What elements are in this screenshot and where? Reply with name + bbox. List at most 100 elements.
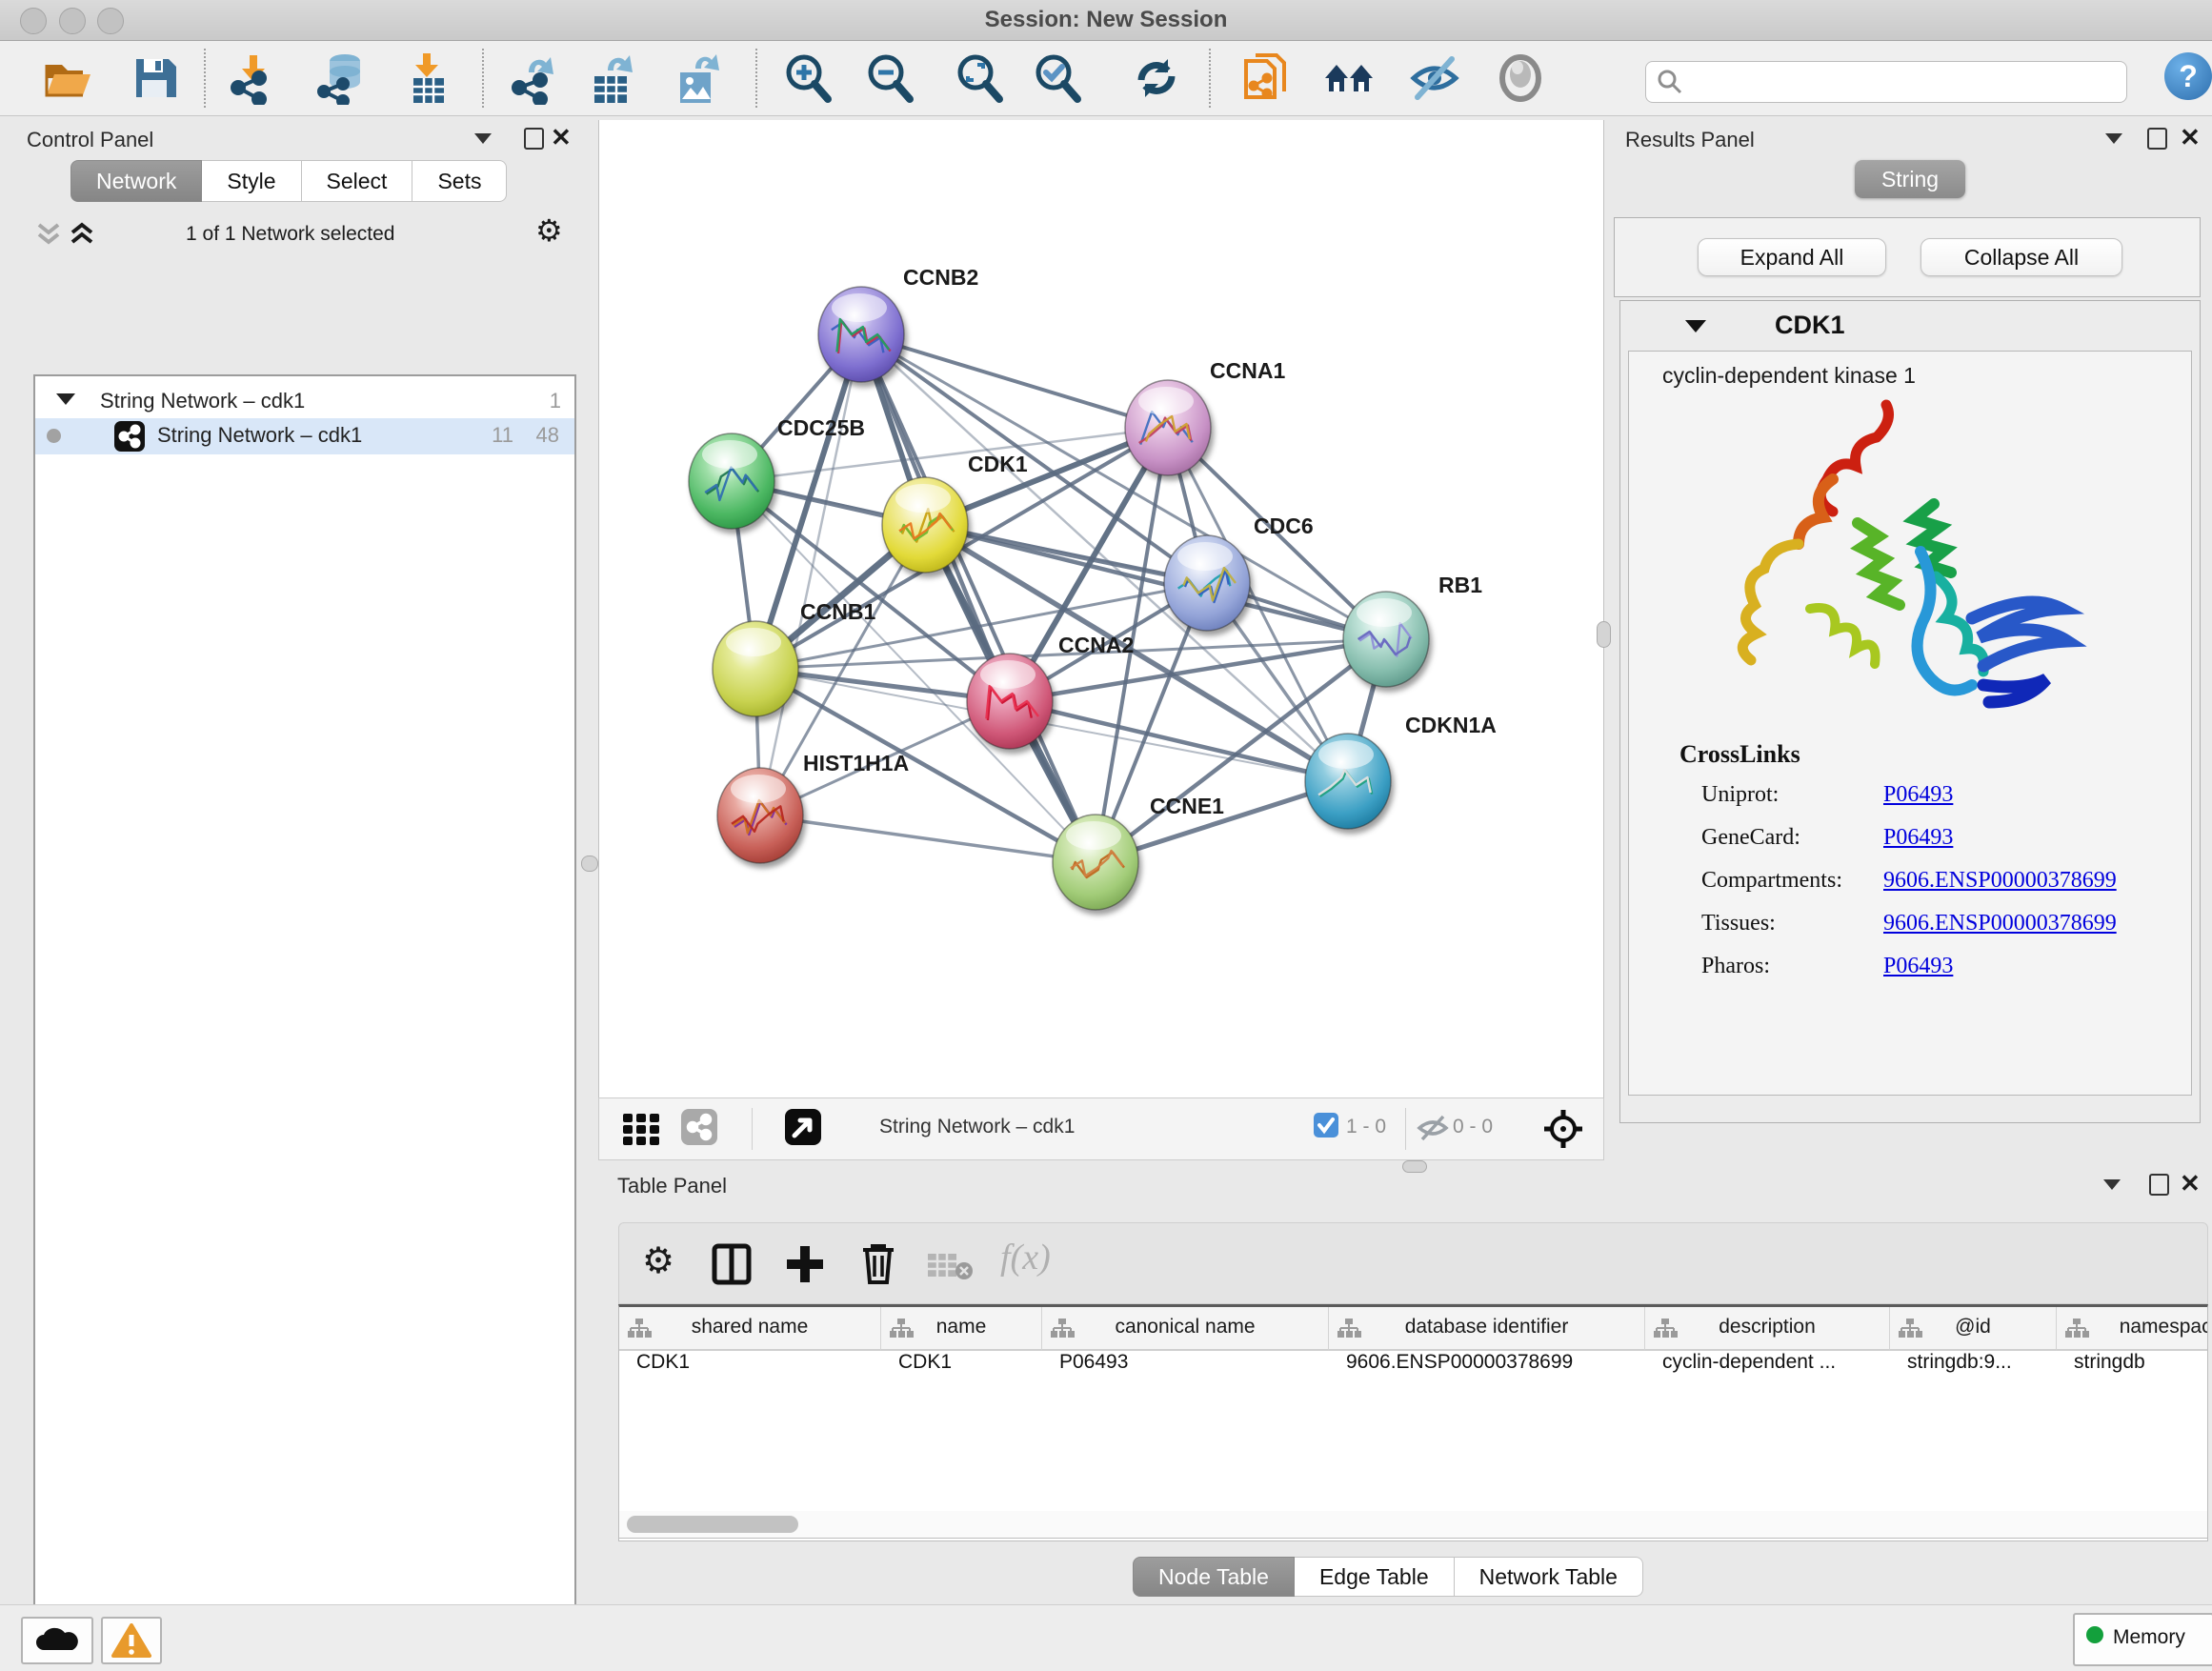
zoom-out-icon[interactable] bbox=[863, 51, 916, 105]
panel-float-icon[interactable] bbox=[2147, 128, 2167, 150]
crosslink-value-link[interactable]: 9606.ENSP00000378699 bbox=[1883, 868, 2117, 894]
fit-crosshair-icon[interactable] bbox=[1542, 1108, 1584, 1150]
grid-view-icon[interactable] bbox=[623, 1112, 663, 1148]
export-network-icon[interactable] bbox=[508, 51, 561, 105]
add-column-icon[interactable] bbox=[783, 1242, 827, 1286]
tab-style[interactable]: Style bbox=[202, 160, 301, 202]
column-header[interactable]: @id bbox=[1890, 1307, 2057, 1351]
panel-collapse-icon[interactable] bbox=[474, 133, 492, 144]
tab-node-table[interactable]: Node Table bbox=[1133, 1557, 1295, 1597]
node-table[interactable]: shared namenamecanonical namedatabase id… bbox=[618, 1304, 2208, 1541]
help-button[interactable]: ? bbox=[2164, 52, 2212, 100]
panel-close-icon[interactable]: ✕ bbox=[551, 128, 572, 147]
table-cell[interactable]: CDK1 bbox=[619, 1351, 880, 1383]
column-header[interactable]: database identifier bbox=[1329, 1307, 1645, 1351]
collapse-all-button[interactable]: Collapse All bbox=[1920, 238, 2122, 276]
tab-select[interactable]: Select bbox=[302, 160, 413, 202]
cloud-button[interactable] bbox=[21, 1617, 93, 1664]
import-network-database-icon[interactable] bbox=[316, 51, 370, 105]
table-cell[interactable]: stringdb bbox=[2057, 1351, 2208, 1383]
column-header[interactable]: namespace bbox=[2057, 1307, 2208, 1351]
crosslink-value-link[interactable]: P06493 bbox=[1883, 782, 1953, 808]
export-image-icon[interactable] bbox=[671, 51, 724, 105]
table-cell[interactable]: cyclin-dependent ... bbox=[1645, 1351, 1889, 1383]
save-session-icon[interactable] bbox=[129, 51, 182, 105]
import-table-file-icon[interactable] bbox=[400, 51, 453, 105]
node-ccna2[interactable] bbox=[967, 654, 1053, 749]
panel-float-icon[interactable] bbox=[524, 128, 544, 150]
node-ccne1[interactable] bbox=[1053, 815, 1138, 910]
panel-close-icon[interactable]: ✕ bbox=[2180, 128, 2201, 147]
node-cdk1[interactable] bbox=[882, 477, 968, 573]
left-splitter-handle[interactable] bbox=[581, 856, 598, 872]
node-ccna1[interactable] bbox=[1125, 380, 1211, 475]
table-cell[interactable]: stringdb:9... bbox=[1890, 1351, 2056, 1383]
zoom-in-icon[interactable] bbox=[781, 51, 835, 105]
tree-expander-icon[interactable] bbox=[56, 393, 75, 405]
detach-view-icon[interactable] bbox=[785, 1109, 821, 1145]
node-hist1h1a[interactable] bbox=[717, 768, 803, 863]
table-h-scrollbar[interactable] bbox=[618, 1511, 2208, 1539]
edge[interactable] bbox=[861, 334, 1168, 428]
zoom-fit-icon[interactable] bbox=[953, 51, 1006, 105]
column-header[interactable]: shared name bbox=[619, 1307, 881, 1351]
import-network-file-icon[interactable] bbox=[227, 51, 280, 105]
expand-all-button[interactable]: Expand All bbox=[1698, 238, 1886, 276]
column-header[interactable]: name bbox=[881, 1307, 1042, 1351]
network-collection-row[interactable]: String Network – cdk1 1 bbox=[35, 384, 574, 420]
collapse-all-networks-icon[interactable] bbox=[35, 221, 62, 250]
tab-edge-table[interactable]: Edge Table bbox=[1295, 1557, 1455, 1597]
refresh-icon[interactable] bbox=[1130, 51, 1183, 105]
open-folder-icon[interactable] bbox=[41, 51, 94, 105]
search-input[interactable] bbox=[1688, 64, 2121, 98]
tab-string[interactable]: String bbox=[1855, 160, 1965, 198]
selected-checkbox-icon[interactable] bbox=[1314, 1113, 1338, 1137]
edge[interactable] bbox=[861, 334, 1096, 862]
crosslink-value-link[interactable]: P06493 bbox=[1883, 954, 1953, 979]
section-expander-icon[interactable] bbox=[1685, 320, 1706, 332]
delete-column-icon[interactable] bbox=[857, 1240, 899, 1286]
edge[interactable] bbox=[760, 334, 861, 815]
tab-sets[interactable]: Sets bbox=[412, 160, 507, 202]
memory-button[interactable]: Memory bbox=[2073, 1613, 2212, 1666]
crosslink-value-link[interactable]: P06493 bbox=[1883, 825, 1953, 851]
node-cdc6[interactable] bbox=[1164, 535, 1250, 631]
expand-all-networks-icon[interactable] bbox=[69, 221, 95, 250]
panel-collapse-icon[interactable] bbox=[2103, 1179, 2121, 1190]
node-rb1[interactable] bbox=[1343, 592, 1429, 687]
export-table-icon[interactable] bbox=[585, 51, 638, 105]
crosslink-value-link[interactable]: 9606.ENSP00000378699 bbox=[1883, 911, 2117, 936]
panel-close-icon[interactable]: ✕ bbox=[2180, 1174, 2201, 1193]
network-row-selected[interactable]: String Network – cdk1 11 48 bbox=[35, 418, 574, 454]
show-columns-icon[interactable] bbox=[711, 1242, 754, 1286]
network-options-gear-icon[interactable]: ⚙ bbox=[535, 215, 563, 246]
edge[interactable] bbox=[760, 815, 1096, 862]
right-splitter-handle[interactable] bbox=[1597, 621, 1611, 648]
edge[interactable] bbox=[1010, 701, 1348, 781]
warning-button[interactable] bbox=[101, 1617, 162, 1664]
hide-show-icon[interactable] bbox=[1408, 51, 1461, 105]
share-view-icon[interactable] bbox=[681, 1109, 717, 1145]
panel-collapse-icon[interactable] bbox=[2105, 133, 2122, 144]
table-cell[interactable]: CDK1 bbox=[881, 1351, 1041, 1383]
home-networks-icon[interactable] bbox=[1322, 51, 1376, 105]
column-header[interactable]: description bbox=[1645, 1307, 1890, 1351]
tab-network-table[interactable]: Network Table bbox=[1455, 1557, 1643, 1597]
table-cell[interactable]: P06493 bbox=[1042, 1351, 1328, 1383]
document-share-icon[interactable] bbox=[1240, 51, 1294, 105]
node-ccnb1[interactable] bbox=[713, 621, 798, 716]
panel-float-icon[interactable] bbox=[2149, 1174, 2169, 1196]
table-cell[interactable]: 9606.ENSP00000378699 bbox=[1329, 1351, 1644, 1383]
birdseye-orb-icon[interactable] bbox=[1494, 51, 1547, 105]
tab-network[interactable]: Network bbox=[70, 160, 202, 202]
scrollbar-thumb[interactable] bbox=[627, 1516, 798, 1533]
search-field[interactable] bbox=[1645, 61, 2127, 103]
network-canvas[interactable]: CCNB2CCNA1CDC25BCDK1CDC6RB1CCNB1CCNA2CDK… bbox=[598, 120, 1604, 1097]
zoom-selected-icon[interactable] bbox=[1031, 51, 1084, 105]
network-label: String Network – cdk1 bbox=[157, 423, 362, 448]
column-header[interactable]: canonical name bbox=[1042, 1307, 1329, 1351]
table-options-gear-icon[interactable]: ⚙ bbox=[642, 1246, 674, 1277]
node-ccnb2[interactable] bbox=[818, 287, 904, 382]
node-cdkn1a[interactable] bbox=[1305, 734, 1391, 829]
node-cdc25b[interactable] bbox=[689, 433, 774, 529]
